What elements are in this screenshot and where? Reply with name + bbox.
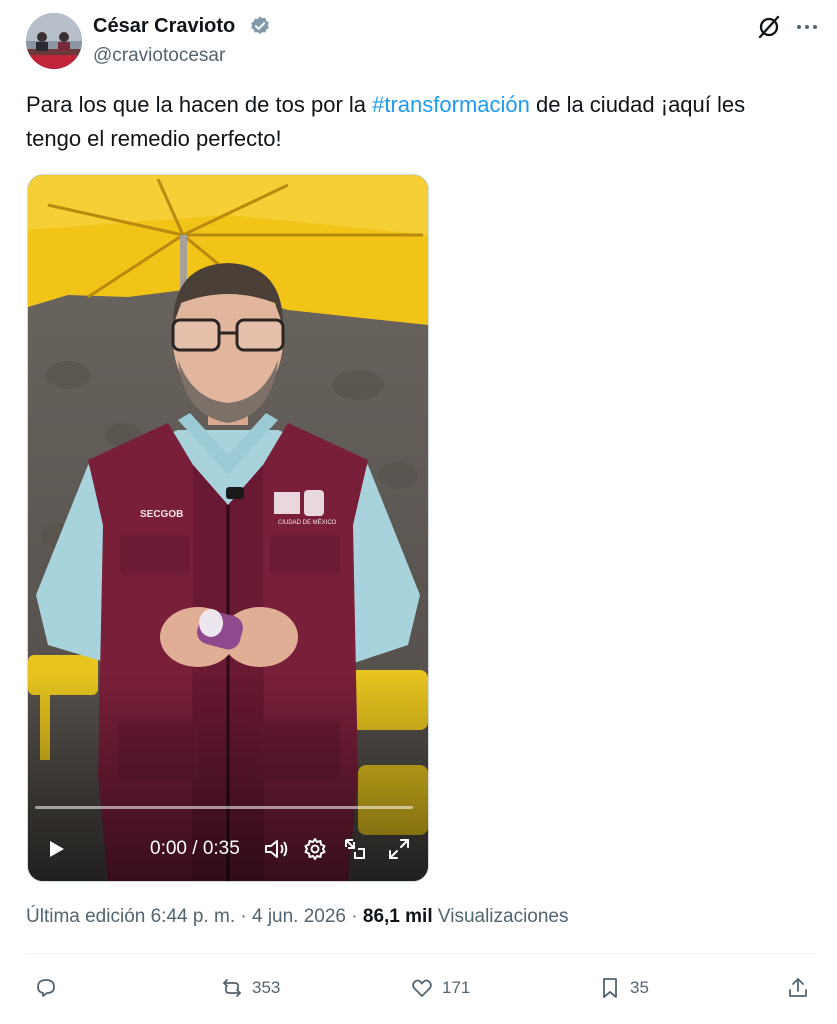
like-button[interactable]: 171 — [410, 975, 470, 1001]
video-player[interactable]: SECGOB CIUDAD DE MÉXICO — [27, 174, 429, 882]
edited-timestamp[interactable]: Última edición 6:44 p. m. · 4 jun. 2026 … — [26, 906, 363, 927]
share-icon — [789, 978, 807, 997]
tweet-text: Para los que la hacen de tos por la #tra… — [26, 88, 806, 156]
reply-button[interactable] — [34, 975, 66, 1001]
bookmark-count: 35 — [630, 978, 649, 997]
tweet-meta: Última edición 6:44 p. m. · 4 jun. 2026 … — [26, 905, 569, 929]
tweet-text-before: Para los que la hacen de tos por la — [26, 92, 373, 117]
video-time: 0:00 / 0:35 — [150, 838, 240, 859]
retweet-icon — [223, 979, 241, 997]
verified-badge-icon — [249, 15, 271, 37]
avatar[interactable] — [26, 13, 82, 69]
volume-icon[interactable] — [263, 836, 289, 862]
hashtag-link[interactable]: #transformación — [372, 92, 530, 117]
vest-logo-text: CIUDAD DE MÉXICO — [278, 520, 337, 526]
video-progress-bar[interactable] — [35, 806, 413, 809]
picture-in-picture-icon[interactable] — [342, 836, 368, 862]
fullscreen-icon[interactable] — [386, 836, 412, 862]
author-name[interactable]: César Cravioto — [93, 14, 235, 38]
play-icon[interactable] — [45, 838, 67, 860]
vest-label: SECGOB — [140, 509, 184, 520]
settings-gear-icon[interactable] — [302, 836, 328, 862]
video-frame — [28, 175, 428, 881]
views-label: Visualizaciones — [432, 906, 569, 927]
grok-icon[interactable] — [756, 14, 782, 40]
retweet-button[interactable]: 353 — [220, 975, 280, 1001]
bookmark-button[interactable]: 35 — [598, 975, 649, 1001]
divider — [26, 953, 816, 954]
views-count: 86,1 mil — [362, 906, 433, 927]
retweet-count: 353 — [252, 978, 281, 997]
heart-icon — [412, 979, 432, 997]
more-options-icon[interactable] — [794, 14, 820, 40]
reply-icon — [37, 979, 55, 997]
author-handle[interactable]: @craviotocesar — [93, 45, 225, 67]
like-count: 171 — [442, 978, 471, 997]
share-button[interactable] — [786, 975, 810, 1001]
bookmark-icon — [603, 978, 617, 998]
